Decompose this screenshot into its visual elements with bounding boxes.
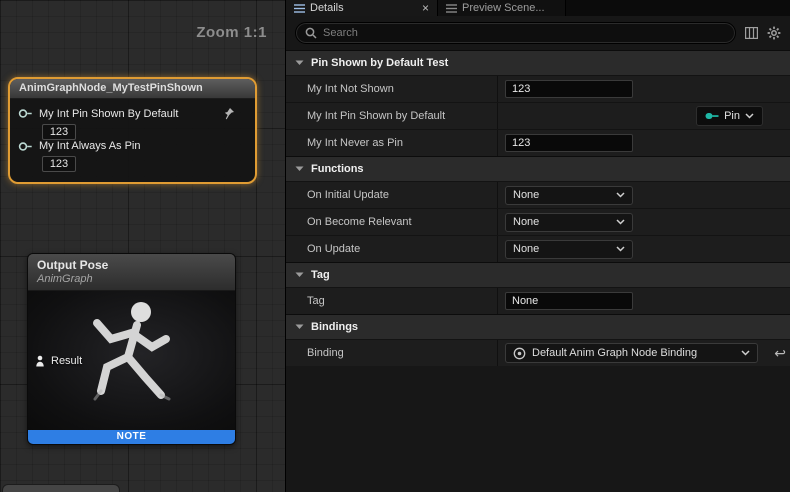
zoom-indicator: Zoom 1:1	[196, 24, 267, 41]
function-dropdown[interactable]: None	[505, 240, 633, 259]
property-label: My Int Pin Shown by Default	[286, 103, 498, 129]
pin-combo-label: Pin	[724, 110, 740, 122]
chevron-down-icon	[741, 350, 750, 356]
property-label: On Initial Update	[286, 182, 498, 208]
tab-label: Preview Scene...	[462, 2, 545, 14]
property-label: Tag	[286, 288, 498, 314]
binding-icon	[513, 347, 526, 360]
details-toolbar	[286, 16, 790, 50]
int-value-input[interactable]	[505, 80, 633, 98]
chevron-down-icon	[295, 324, 304, 330]
preview-tab-icon	[446, 3, 457, 13]
category-functions[interactable]: Functions	[286, 156, 790, 181]
node-preview-area: Result	[28, 291, 235, 430]
pose-pin-icon	[35, 355, 45, 367]
int-value-input[interactable]	[505, 134, 633, 152]
property-label: On Update	[286, 236, 498, 262]
chevron-down-icon	[616, 246, 625, 252]
property-row: On Become Relevant None	[286, 208, 790, 235]
result-pin[interactable]: Result	[35, 355, 82, 367]
node-header[interactable]: Output Pose AnimGraph	[28, 254, 235, 291]
property-label: My Int Not Shown	[286, 76, 498, 102]
node-title[interactable]: AnimGraphNode_MyTestPinShown	[10, 79, 255, 99]
reset-binding-icon[interactable]: ↩	[774, 345, 786, 362]
search-box[interactable]	[295, 22, 736, 44]
tag-input[interactable]	[505, 292, 633, 310]
search-input[interactable]	[323, 27, 726, 39]
result-pin-label: Result	[51, 355, 82, 367]
dropdown-value: None	[513, 216, 539, 228]
property-row: My Int Never as Pin	[286, 129, 790, 156]
details-tab-icon	[294, 3, 305, 13]
unreal-anim-blueprint-editor: Zoom 1:1 AnimGraphNode_MyTestPinShown My…	[0, 0, 790, 492]
property-row: My Int Not Shown	[286, 75, 790, 102]
pin-row: My Int Always As Pin	[18, 140, 247, 152]
property-row: Binding Default Anim Graph Node Binding …	[286, 339, 790, 366]
int-pin-icon[interactable]	[18, 108, 33, 119]
property-row: On Update None	[286, 235, 790, 262]
property-label: Binding	[286, 340, 498, 366]
chevron-down-icon	[295, 166, 304, 172]
pushpin-icon[interactable]	[222, 107, 235, 120]
graph-node-output-pose[interactable]: Output Pose AnimGraph	[27, 253, 236, 445]
category-pin-shown-by-default-test[interactable]: Pin Shown by Default Test	[286, 50, 790, 75]
tab-details[interactable]: Details ×	[286, 0, 438, 16]
chevron-down-icon	[295, 60, 304, 66]
node-body: My Int Pin Shown By Default 123 My Int A…	[10, 99, 255, 182]
chevron-down-icon	[295, 272, 304, 278]
binding-dropdown[interactable]: Default Anim Graph Node Binding	[505, 343, 758, 363]
tab-preview-scene[interactable]: Preview Scene...	[438, 0, 566, 16]
pin-icon	[705, 111, 719, 121]
search-icon	[305, 27, 317, 39]
chevron-down-icon	[745, 113, 754, 119]
dropdown-value: None	[513, 189, 539, 201]
node-title: Output Pose	[37, 258, 226, 272]
pin-label: My Int Always As Pin	[39, 140, 140, 152]
dropdown-value: None	[513, 243, 539, 255]
pin-row: My Int Pin Shown By Default	[18, 107, 247, 120]
anim-graph-canvas[interactable]: Zoom 1:1 AnimGraphNode_MyTestPinShown My…	[0, 0, 285, 492]
settings-gear-icon[interactable]	[767, 26, 781, 40]
tab-close-icon[interactable]: ×	[422, 2, 429, 14]
pin-visibility-combo[interactable]: Pin	[696, 106, 763, 126]
pin-value-field[interactable]: 123	[42, 124, 76, 140]
node-subtitle: AnimGraph	[37, 273, 226, 285]
category-bindings[interactable]: Bindings	[286, 314, 790, 339]
column-view-icon[interactable]	[745, 27, 758, 39]
function-dropdown[interactable]: None	[505, 186, 633, 205]
category-title: Functions	[311, 163, 364, 175]
category-title: Pin Shown by Default Test	[311, 57, 448, 69]
chevron-down-icon	[616, 192, 625, 198]
details-empty-area	[286, 366, 790, 492]
partial-node-bottom[interactable]	[2, 484, 120, 492]
category-tag[interactable]: Tag	[286, 262, 790, 287]
property-row: On Initial Update None	[286, 181, 790, 208]
details-panel: Details × Preview Scene...	[285, 0, 790, 492]
note-banner[interactable]: NOTE	[28, 430, 235, 444]
category-title: Tag	[311, 269, 330, 281]
property-label: On Become Relevant	[286, 209, 498, 235]
int-pin-icon[interactable]	[18, 141, 33, 152]
category-title: Bindings	[311, 321, 358, 333]
chevron-down-icon	[616, 219, 625, 225]
graph-node-my-test-pin-shown[interactable]: AnimGraphNode_MyTestPinShown My Int Pin …	[8, 77, 257, 184]
pin-label: My Int Pin Shown By Default	[39, 108, 178, 120]
tab-bar-filler	[566, 0, 790, 16]
property-row: My Int Pin Shown by Default Pin	[286, 102, 790, 129]
binding-value: Default Anim Graph Node Binding	[532, 347, 697, 359]
pin-value-field[interactable]: 123	[42, 156, 76, 172]
property-row: Tag	[286, 287, 790, 314]
function-dropdown[interactable]: None	[505, 213, 633, 232]
tab-bar: Details × Preview Scene...	[286, 0, 790, 16]
tab-label: Details	[310, 2, 344, 14]
property-label: My Int Never as Pin	[286, 130, 498, 156]
